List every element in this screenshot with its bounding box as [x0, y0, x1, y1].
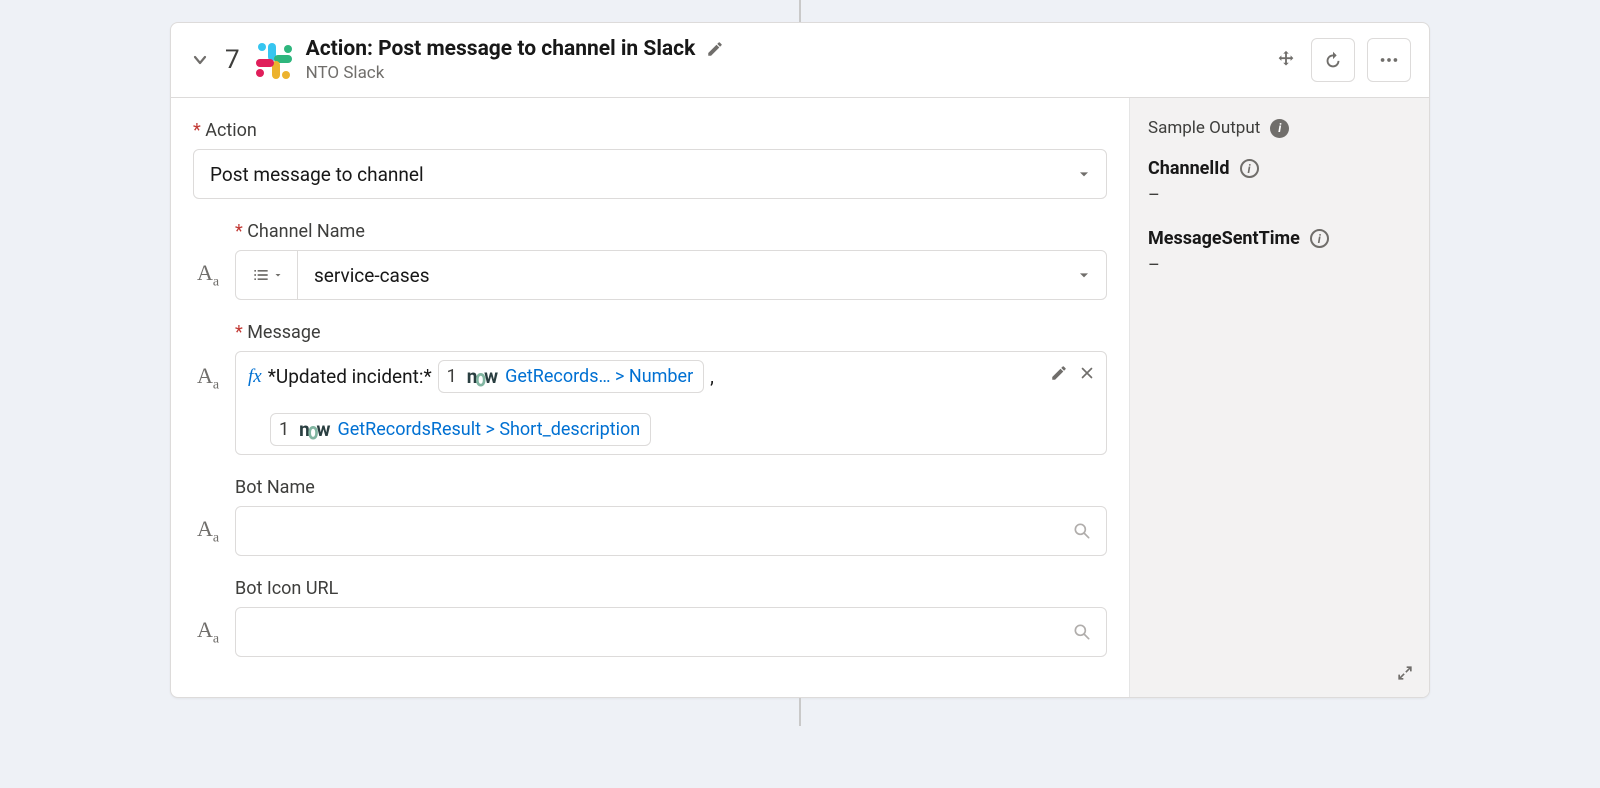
edit-title-icon[interactable]	[705, 39, 725, 59]
form-column: Action Post message to channel Channel N…	[171, 98, 1129, 697]
action-select-value: Post message to channel	[210, 163, 424, 186]
channel-name-label: Channel Name	[235, 221, 1107, 242]
step-number: 7	[225, 45, 240, 75]
action-title: Action: Post message to channel in Slack	[306, 37, 696, 61]
search-icon	[1072, 622, 1092, 642]
drag-handle-icon[interactable]	[1273, 47, 1299, 73]
action-card: 7 Action: Post message to channel in Sla…	[170, 22, 1430, 698]
message-comma: ,	[710, 365, 714, 388]
message-formula-input[interactable]: fx *Updated incident:* 1 now GetRecords……	[235, 351, 1107, 455]
text-style-icon[interactable]: Aa	[193, 260, 223, 290]
fx-icon: fx	[246, 366, 262, 388]
card-header: 7 Action: Post message to channel in Sla…	[171, 23, 1429, 97]
text-style-icon[interactable]: Aa	[193, 617, 223, 647]
expand-panel-icon[interactable]	[1395, 663, 1415, 683]
bot-icon-url-label: Bot Icon URL	[235, 578, 1107, 599]
more-options-button[interactable]	[1367, 38, 1411, 82]
flow-connector-top	[170, 0, 1430, 22]
caret-down-icon	[1076, 166, 1092, 182]
bot-name-input[interactable]	[235, 506, 1107, 556]
bot-name-label: Bot Name	[235, 477, 1107, 498]
clear-formula-icon[interactable]	[1078, 364, 1096, 382]
channel-picker-menu-icon[interactable]	[236, 251, 298, 299]
message-label: Message	[235, 322, 1107, 343]
caret-down-icon	[1076, 267, 1092, 283]
message-static-text: *Updated incident:*	[268, 365, 432, 388]
info-icon[interactable]: i	[1270, 119, 1289, 138]
message-pill-number[interactable]: 1 now GetRecords… > Number	[438, 360, 705, 393]
servicenow-logo-icon: now	[467, 365, 497, 388]
output-message-sent-time-key: MessageSentTime	[1148, 228, 1300, 249]
action-subtitle: NTO Slack	[306, 63, 726, 83]
collapse-chevron-icon[interactable]	[189, 49, 211, 71]
text-style-icon[interactable]: Aa	[193, 363, 223, 393]
channel-name-value: service-cases	[314, 264, 430, 287]
sample-output-panel: Sample Output i ChannelId i – MessageSen…	[1129, 98, 1429, 697]
info-icon[interactable]: i	[1240, 159, 1259, 178]
action-label: Action	[193, 120, 1107, 141]
text-style-icon[interactable]: Aa	[193, 516, 223, 546]
search-icon	[1072, 521, 1092, 541]
bot-icon-url-input[interactable]	[235, 607, 1107, 657]
output-message-sent-time-value: –	[1148, 255, 1411, 276]
servicenow-logo-icon: now	[299, 418, 329, 441]
refresh-button[interactable]	[1311, 38, 1355, 82]
output-channel-id-key: ChannelId	[1148, 158, 1230, 179]
header-left: 7 Action: Post message to channel in Sla…	[189, 37, 1259, 83]
sample-output-heading: Sample Output	[1148, 118, 1260, 138]
flow-connector-bottom	[170, 698, 1430, 726]
channel-name-input[interactable]: service-cases	[235, 250, 1107, 300]
info-icon[interactable]: i	[1310, 229, 1329, 248]
action-select[interactable]: Post message to channel	[193, 149, 1107, 199]
edit-formula-icon[interactable]	[1050, 364, 1068, 382]
output-channel-id-value: –	[1148, 185, 1411, 206]
message-pill-short-description[interactable]: 1 now GetRecordsResult > Short_descripti…	[270, 413, 651, 446]
slack-logo-icon	[254, 41, 292, 79]
